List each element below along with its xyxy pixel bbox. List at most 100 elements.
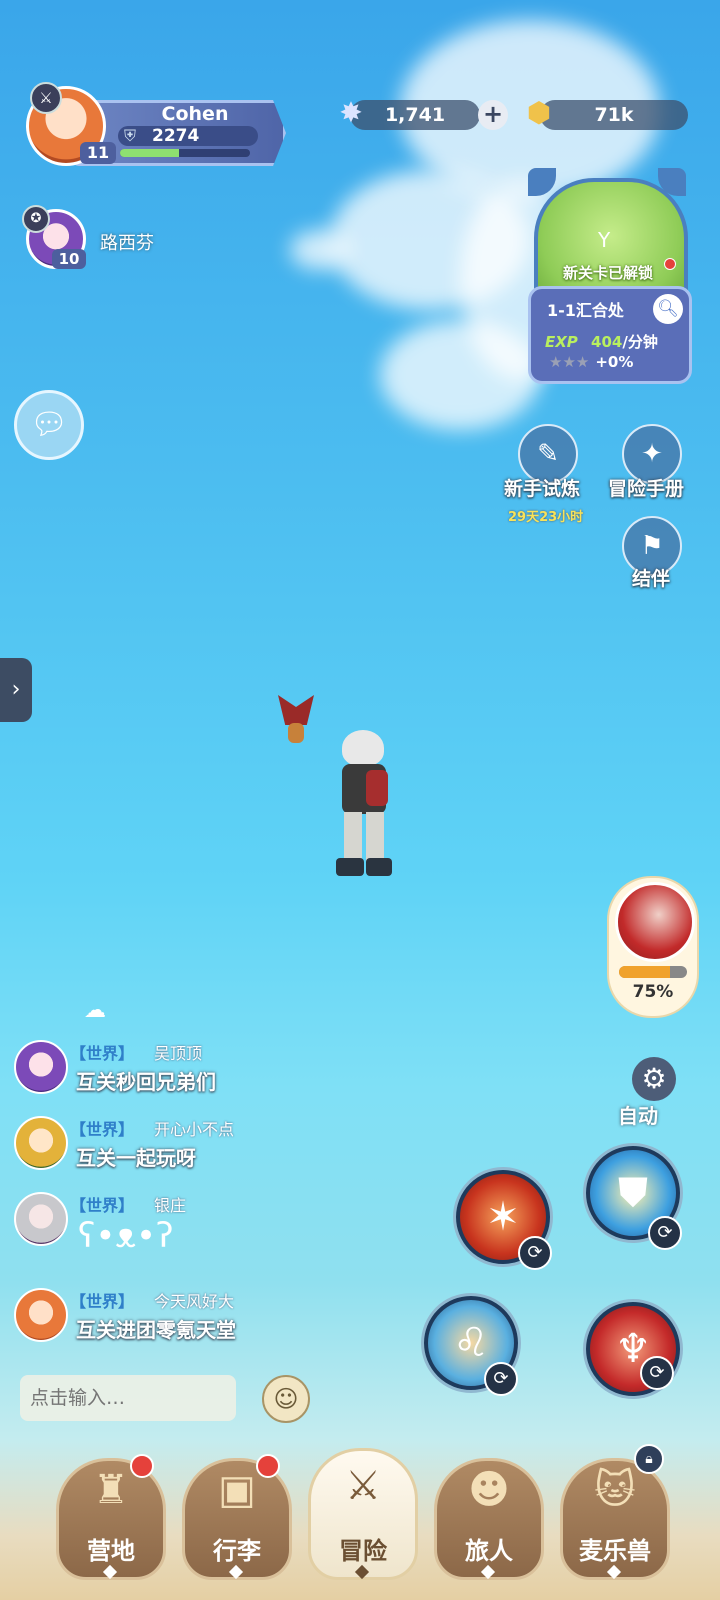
chat-message[interactable]: 【世界】 银庄 ʕ•ᴥ•ʔ [14,1192,434,1256]
chat-input-box[interactable] [20,1375,236,1421]
gem-counter: 1,741 [350,100,480,130]
pet-energy-bar [619,966,687,978]
player-character [322,730,402,885]
chat-text: 互关进团零氪天堂 [76,1318,236,1342]
pet-avatar [615,882,695,962]
chat-username: 吴顶顶 [154,1044,203,1063]
handbook-label: 冒险手册 [608,478,685,500]
auto-label: 自动 [618,1104,658,1128]
cooldown-refresh-icon: ⟳ [518,1236,552,1270]
nav-label: 冒险 [339,1537,387,1565]
sticker-fragment-icon: ☁ [84,998,106,1023]
bottom-navigation: ♜ 营地 ▣ 行李 ⚔ 冒险 ☻ 旅人 🐱︎ 麦乐兽 🔒︎ [0,1440,720,1600]
star-rating: ★★★ [549,353,590,371]
chat-channel: 【世界】 [70,1044,135,1063]
search-icon[interactable]: 🔍︎ [653,294,683,324]
crossed-swords-icon: ⚔ [345,1463,381,1509]
companion-level-badge: 10 [52,249,86,269]
nav-adventure[interactable]: ⚔ 冒险 [308,1448,418,1580]
nav-label: 行李 [213,1537,261,1565]
chat-text: 互关秒回兄弟们 [76,1070,216,1094]
gear-icon: ⚙ [641,1062,667,1095]
player-profile-panel[interactable]: Cohen ⛨ 2274 11 ⚔ [10,82,286,170]
exp-rate-unit: /分钟 [622,333,658,351]
chat-text: 互关一起玩呀 [76,1146,196,1170]
auto-button[interactable]: ⚙ [632,1057,676,1101]
chat-channel: 【世界】 [70,1196,135,1215]
diamond-ornament [606,1564,622,1580]
chat-input[interactable] [20,1375,236,1421]
chat-channel: 【世界】 [70,1292,135,1311]
chat-message[interactable]: 【世界】 今天风好大 互关进团零氪天堂 [14,1288,434,1348]
chat-message[interactable]: 【世界】 开心小不点 互关一起玩呀 [14,1116,434,1176]
exp-rate-row: EXP 404/分钟 [545,331,658,352]
notification-dot [256,1454,280,1478]
add-gems-button[interactable]: + [478,100,508,130]
trial-scroll-icon: ✎ [537,439,559,469]
chat-bubble-icon[interactable]: 💬︎ [14,390,84,460]
stage-stars: ★★★ +0% [549,353,633,371]
emoji-button[interactable]: ☺ [262,1375,310,1423]
expand-arrow-icon: › [11,677,21,702]
nav-luggage[interactable]: ▣ 行李 [182,1458,292,1580]
sword-burst-icon: ✶ [486,1194,520,1240]
chat-message[interactable]: 【世界】 吴顶顶 互关秒回兄弟们 [14,1040,434,1100]
crystal-icon: ✸ [339,96,363,129]
diamond-ornament [354,1564,370,1580]
trial-label: 新手试炼 [504,478,581,500]
cat-head-icon: 🐱︎ [594,1467,636,1513]
notification-dot [130,1454,154,1478]
exp-label: EXP [545,333,578,351]
bear-sticker-icon: ʕ•ᴥ•ʔ [78,1216,174,1256]
pet-creature [276,695,316,755]
diamond-ornament [228,1564,244,1580]
avatar [14,1288,68,1342]
pet-status-card[interactable]: 75% [607,876,699,1018]
trial-timer: 29天23小时 [508,510,584,525]
bonus-percent: +0% [595,353,634,371]
side-expand-tab[interactable]: › [0,658,32,722]
nav-label: 旅人 [465,1537,513,1565]
sword-icon: ⚔ [30,82,62,114]
gold-count: 71k [594,104,634,126]
diamond-ornament [480,1564,496,1580]
gold-coin-icon: ⬢ [526,96,552,129]
diamond-ornament [102,1564,118,1580]
avatar [14,1116,68,1170]
traveler-head-icon: ☻ [468,1467,510,1513]
nav-label: 麦乐兽 [579,1537,651,1565]
companion-panel[interactable]: ✪ 10 路西芬 [22,205,202,271]
chat-channel: 【世界】 [70,1120,135,1139]
gold-counter: 71k [540,100,688,130]
exp-rate-value: 404 [591,333,623,351]
stage-name: 1-1汇合处 [547,301,624,320]
lock-icon: 🔒︎ [634,1444,664,1474]
cloud [290,230,350,270]
location-marker-icon: Y [598,228,611,252]
nav-beasts[interactable]: 🐱︎ 麦乐兽 [560,1458,670,1580]
flag-icon: ⚑ [640,531,664,561]
xp-bar [120,149,250,157]
cloud [380,320,540,430]
player-level-badge: 11 [80,142,116,164]
map-card-ear [528,168,556,196]
partner-label: 结伴 [632,568,671,590]
xp-bar-fill [120,149,179,157]
new-stage-unlocked-text: 新关卡已解锁 [562,264,653,282]
pet-energy-fill [619,966,670,978]
pet-energy-percent: 75% [632,982,674,1002]
notification-dot [664,258,676,270]
avatar [14,1040,68,1094]
lion-icon: ♌ [453,1320,489,1366]
nav-camp[interactable]: ♜ 营地 [56,1458,166,1580]
nav-travelers[interactable]: ☻ 旅人 [434,1458,544,1580]
player-name: Cohen [161,103,229,125]
cooldown-refresh-icon: ⟳ [484,1362,518,1396]
nav-label: 营地 [87,1537,135,1565]
smiley-icon: ☺ [273,1385,299,1413]
shield-icon: ⛊ [618,1170,648,1216]
stage-map-card[interactable]: Y 新关卡已解锁 1-1汇合处 🔍︎ EXP 404/分钟 ★★★ +0% [528,168,692,390]
cooldown-refresh-icon: ⟳ [648,1216,682,1250]
gem-count: 1,741 [384,104,446,126]
shield-icon: ⛨ [124,126,137,145]
